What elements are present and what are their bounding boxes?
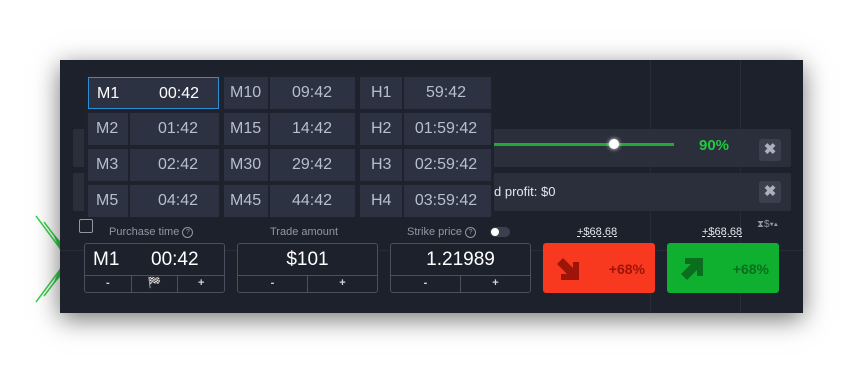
timeframe-code: M1 (97, 85, 120, 102)
timeframe-code: M15 (230, 120, 262, 137)
timeframe-option-m15[interactable]: M15 14:42 (224, 113, 355, 145)
timeframe-code: M45 (230, 192, 262, 209)
timeframe-time: 02:59:42 (414, 156, 478, 173)
arrow-down-right-icon (557, 258, 579, 280)
help-icon[interactable]: ? (465, 227, 477, 238)
timeframe-option-m10[interactable]: M10 09:42 (224, 77, 355, 109)
strike-price-minus-button[interactable]: - (391, 276, 460, 292)
timeframe-time: 02:42 (157, 156, 199, 173)
purchase-time-field[interactable]: M1 00:42 - 🏁 + (84, 243, 225, 293)
timeframe-time: 01:59:42 (414, 120, 478, 137)
strike-price-plus-button[interactable]: + (460, 276, 530, 292)
timeframe-time: 00:42 (158, 85, 200, 102)
timeframe-time: 04:42 (157, 192, 199, 209)
timeframe-time: 44:42 (291, 192, 333, 209)
down-payout: +$68.68 (577, 226, 618, 238)
timeframe-time: 09:42 (291, 84, 333, 101)
timeframe-dropdown: M1 00:42 M2 01:42 M3 02:42 M5 04:42 M10 … (84, 74, 494, 217)
arrow-up-right-icon (681, 258, 703, 280)
profit-text: d profit: $0 (494, 184, 556, 199)
sort-payout-icon[interactable]: ⧗$▾▴ (757, 219, 778, 230)
timeframe-option-m1[interactable]: M1 00:42 (88, 77, 219, 109)
sell-down-button[interactable]: +68% (543, 243, 655, 293)
payout-slider-handle[interactable] (609, 139, 619, 149)
timeframe-code: M3 (96, 156, 119, 173)
purchase-time-flag-icon[interactable]: 🏁 (130, 276, 178, 292)
help-icon[interactable]: ? (182, 227, 194, 238)
strike-price-toggle[interactable] (490, 227, 510, 237)
timeframe-option-h1[interactable]: H1 59:42 (360, 77, 491, 109)
timeframe-option-m5[interactable]: M5 04:42 (88, 185, 219, 217)
purchase-time-code: M1 (93, 249, 120, 270)
timeframe-option-h2[interactable]: H2 01:59:42 (360, 113, 491, 145)
timeframe-option-m2[interactable]: M2 01:42 (88, 113, 219, 145)
timeframe-time: 14:42 (291, 120, 333, 137)
strike-price-field[interactable]: 1.21989 - + (390, 243, 531, 293)
trade-amount-plus-button[interactable]: + (307, 276, 377, 292)
purchase-time-minus-button[interactable]: - (85, 276, 131, 292)
purchase-time-label: Purchase time? (109, 226, 194, 238)
timeframe-code: M30 (230, 156, 262, 173)
timeframe-time: 01:42 (157, 120, 199, 137)
timeframe-code: M5 (96, 192, 119, 209)
timeframe-option-m30[interactable]: M30 29:42 (224, 149, 355, 181)
trade-amount-value[interactable]: $101 (238, 249, 377, 271)
timeframe-code: M2 (96, 120, 119, 137)
timeframe-option-h3[interactable]: H3 02:59:42 (360, 149, 491, 181)
payout-percent: 90% (699, 137, 730, 154)
timeframe-time: 03:59:42 (414, 192, 478, 209)
trade-amount-minus-button[interactable]: - (238, 276, 307, 292)
payout-slider-track[interactable] (494, 143, 674, 146)
strike-price-label: Strike price? (407, 226, 477, 238)
buy-up-button[interactable]: +68% (667, 243, 779, 293)
close-profit-row-button[interactable]: ✖ (759, 181, 781, 203)
close-payout-row-button[interactable]: ✖ (759, 139, 781, 161)
collapse-panel-icon[interactable] (79, 219, 93, 233)
timeframe-code: H3 (371, 156, 392, 173)
timeframe-code: H1 (371, 84, 392, 101)
timeframe-option-m3[interactable]: M3 02:42 (88, 149, 219, 181)
up-percent: +68% (732, 261, 769, 277)
purchase-time-value: 00:42 (151, 249, 199, 270)
timeframe-option-h4[interactable]: H4 03:59:42 (360, 185, 491, 217)
purchase-time-plus-button[interactable]: + (177, 276, 224, 292)
timeframe-code: M10 (230, 84, 262, 101)
trade-amount-field[interactable]: $101 - + (237, 243, 378, 293)
timeframe-time: 29:42 (291, 156, 333, 173)
timeframe-time: 59:42 (425, 84, 467, 101)
strike-price-value[interactable]: 1.21989 (391, 249, 530, 271)
timeframe-option-m45[interactable]: M45 44:42 (224, 185, 355, 217)
timeframe-code: H2 (371, 120, 392, 137)
trade-amount-label: Trade amount (270, 226, 339, 238)
down-percent: +68% (608, 261, 645, 277)
up-payout: +$68.68 (702, 226, 743, 238)
timeframe-code: H4 (371, 192, 392, 209)
